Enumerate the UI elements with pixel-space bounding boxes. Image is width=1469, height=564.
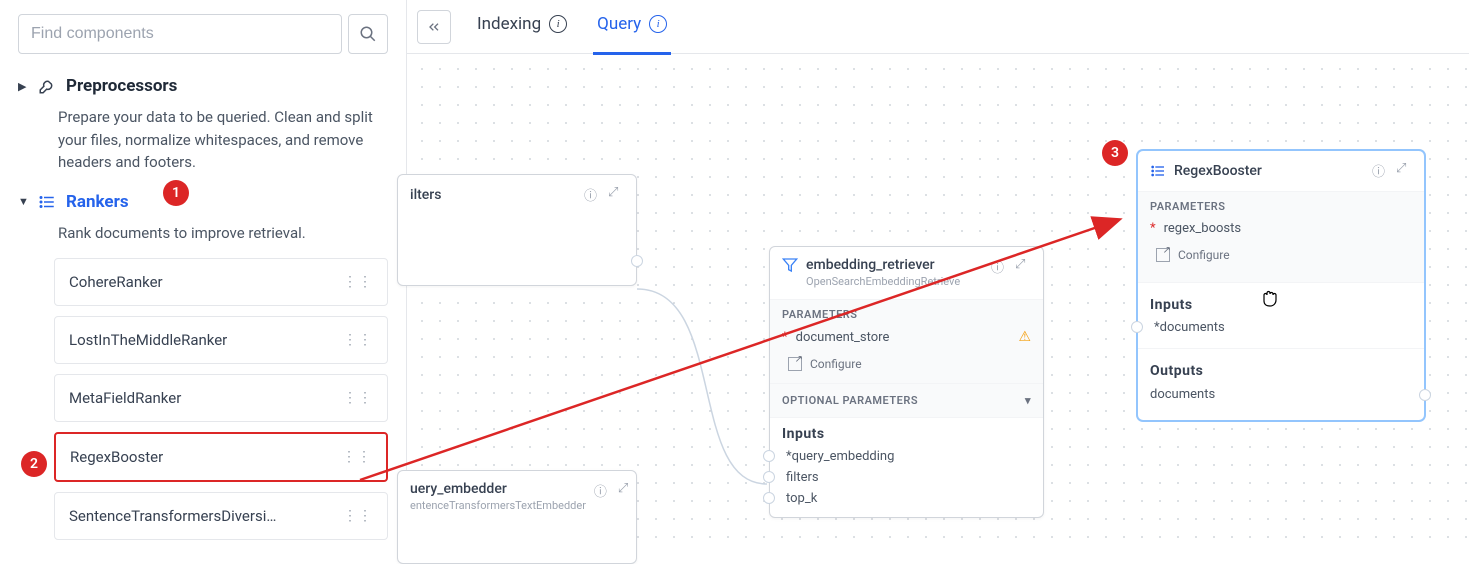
input-port[interactable]	[763, 450, 775, 462]
output-documents: documents	[1138, 383, 1424, 406]
component-item-sentencetransformers[interactable]: SentenceTransformersDiversi… ⋮⋮	[54, 492, 388, 540]
param-document-store: *document_store⚠	[770, 325, 1043, 349]
expand-icon[interactable]: ⤢	[618, 481, 634, 500]
node-filters[interactable]: ilters ⓘ ⤢	[397, 174, 637, 286]
configure-button[interactable]: Configure	[782, 353, 1031, 375]
configure-button[interactable]: Configure	[1150, 244, 1412, 266]
outputs-label: Outputs	[1138, 355, 1424, 383]
parameters-label: PARAMETERS	[770, 300, 1043, 325]
search-input[interactable]	[18, 14, 342, 54]
input-port[interactable]	[1131, 321, 1143, 333]
annotation-badge-1: 1	[163, 180, 189, 206]
tab-query[interactable]: Query i	[593, 14, 671, 40]
search-icon	[359, 25, 377, 43]
tab-indexing[interactable]: Indexing i	[473, 14, 571, 40]
component-label: CohereRanker	[69, 273, 163, 291]
expand-icon[interactable]: ⤢	[608, 185, 624, 204]
drag-handle-icon[interactable]: ⋮⋮	[342, 453, 372, 461]
preprocessors-desc: Prepare your data to be queried. Clean a…	[58, 106, 388, 174]
component-item-cohereranker[interactable]: CohereRanker ⋮⋮	[54, 258, 388, 306]
component-label: LostInTheMiddleRanker	[69, 331, 227, 349]
component-label: SentenceTransformersDiversi…	[69, 507, 276, 525]
list-icon	[1150, 163, 1166, 179]
info-icon[interactable]: i	[649, 15, 667, 33]
list-icon	[38, 193, 56, 211]
optional-parameters-toggle[interactable]: OPTIONAL PARAMETERS▾	[770, 383, 1043, 417]
external-link-icon	[788, 357, 802, 371]
component-label: MetaFieldRanker	[69, 389, 181, 407]
expand-icon[interactable]: ⤢	[1015, 257, 1031, 276]
input-query-embedding: *query_embedding	[770, 446, 1043, 467]
node-subtitle: entenceTransformersTextEmbedder	[410, 499, 586, 512]
collapse-sidebar-button[interactable]	[417, 10, 451, 44]
info-icon[interactable]: ⓘ	[584, 185, 600, 204]
node-embedding-retriever[interactable]: embedding_retriever OpenSearchEmbeddingR…	[769, 246, 1044, 518]
info-icon[interactable]: i	[549, 15, 567, 33]
chevron-down-icon: ▾	[1025, 394, 1031, 407]
rankers-section-header[interactable]: ▼ Rankers	[18, 188, 388, 216]
inputs-label: Inputs	[770, 418, 1043, 446]
warning-icon[interactable]: ⚠	[1018, 329, 1031, 345]
canvas[interactable]: ilters ⓘ ⤢ uery_embedder entenceTransfor…	[407, 54, 1469, 548]
components-sidebar: ▶ Preprocessors Prepare your data to be …	[0, 0, 407, 548]
expand-icon[interactable]: ⤢	[1396, 161, 1412, 180]
preprocessors-section-header[interactable]: ▶ Preprocessors	[18, 72, 388, 100]
search-button[interactable]	[348, 14, 388, 54]
external-link-icon	[1156, 248, 1170, 262]
drag-handle-icon[interactable]: ⋮⋮	[343, 336, 373, 344]
input-port[interactable]	[763, 492, 775, 504]
node-title: RegexBooster	[1174, 163, 1364, 179]
tab-label: Query	[597, 14, 641, 34]
component-item-metafield[interactable]: MetaFieldRanker ⋮⋮	[54, 374, 388, 422]
output-port[interactable]	[631, 255, 643, 267]
section-title: Rankers	[66, 192, 129, 212]
component-label: RegexBooster	[70, 448, 163, 466]
param-regex-boosts: *regex_boosts	[1138, 217, 1424, 240]
annotation-badge-3: 3	[1102, 140, 1128, 166]
parameters-label: PARAMETERS	[1138, 192, 1424, 217]
drag-handle-icon[interactable]: ⋮⋮	[343, 278, 373, 286]
wrench-icon	[38, 77, 56, 95]
node-title: uery_embedder	[410, 481, 586, 497]
input-top-k: top_k	[770, 488, 1043, 509]
input-port[interactable]	[763, 471, 775, 483]
topbar: Indexing i Query i	[407, 0, 1469, 54]
tab-label: Indexing	[477, 14, 541, 34]
rankers-desc: Rank documents to improve retrieval.	[58, 222, 388, 245]
info-icon[interactable]: ⓘ	[1372, 161, 1388, 180]
node-subtitle: OpenSearchEmbeddingRetrieve	[806, 275, 983, 288]
chevron-down-icon: ▼	[18, 195, 28, 208]
info-icon[interactable]: ⓘ	[594, 481, 610, 500]
node-query-embedder[interactable]: uery_embedder entenceTransformersTextEmb…	[397, 470, 637, 564]
annotation-badge-2: 2	[21, 451, 47, 477]
grab-cursor-icon	[1258, 286, 1282, 314]
chevron-right-icon: ▶	[18, 80, 28, 93]
component-item-lostinthemiddle[interactable]: LostInTheMiddleRanker ⋮⋮	[54, 316, 388, 364]
funnel-icon	[782, 257, 798, 273]
chevron-double-left-icon	[426, 19, 442, 35]
drag-handle-icon[interactable]: ⋮⋮	[343, 512, 373, 520]
node-title: ilters	[410, 187, 576, 203]
output-port[interactable]	[1419, 389, 1431, 401]
drag-handle-icon[interactable]: ⋮⋮	[343, 394, 373, 402]
node-title: embedding_retriever	[806, 257, 983, 273]
canvas-area: Indexing i Query i ilters ⓘ ⤢	[407, 0, 1469, 548]
info-icon[interactable]: ⓘ	[991, 257, 1007, 276]
input-documents: *documents	[1138, 317, 1424, 338]
component-item-regexbooster[interactable]: RegexBooster ⋮⋮	[54, 432, 388, 482]
input-filters: filters	[770, 467, 1043, 488]
section-title: Preprocessors	[66, 76, 177, 96]
